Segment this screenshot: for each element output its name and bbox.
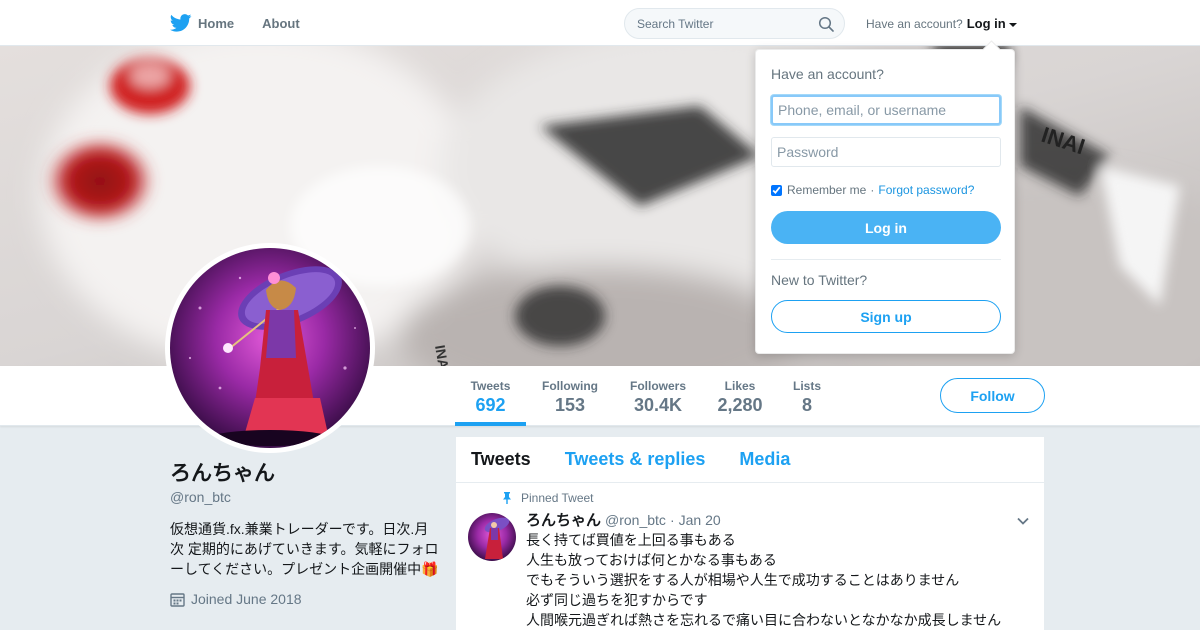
- tweet-date[interactable]: Jan 20: [679, 512, 721, 528]
- tweet-text-line: 人生も放っておけば何とかなる事もある: [526, 552, 777, 568]
- tweet-text-line: でもそういう選択をする人が相場や人生で成功することはありません: [526, 572, 960, 588]
- signup-button[interactable]: Sign up: [771, 300, 1001, 333]
- tab-media[interactable]: Media: [739, 449, 790, 470]
- account-prompt: Have an account? Log in: [866, 16, 1017, 31]
- profile-bio: 仮想通貨.fx.兼業トレーダーです。日次.月次 定期的にあげていきます。気軽にフ…: [170, 521, 439, 577]
- stat-followers[interactable]: Followers 30.4K: [624, 366, 692, 426]
- tweet-text-line: 長く持てば買値を上回る事もある: [526, 532, 736, 548]
- search-icon[interactable]: [818, 16, 834, 32]
- profile-handle[interactable]: @ron_btc: [170, 489, 440, 505]
- password-field[interactable]: [771, 137, 1001, 167]
- tweet-author-handle[interactable]: @ron_btc: [605, 512, 666, 528]
- tab-tweets-and-replies[interactable]: Tweets & replies: [565, 449, 706, 470]
- stat-lists-value: 8: [801, 395, 812, 415]
- calendar-icon: [170, 592, 185, 607]
- stat-following-label: Following: [542, 379, 598, 393]
- caret-down-icon[interactable]: [1008, 22, 1017, 27]
- dropdown-divider: [771, 259, 1001, 260]
- login-dropdown-title: Have an account?: [771, 66, 884, 82]
- stat-following-value: 153: [554, 395, 586, 415]
- tweet-avatar[interactable]: [468, 513, 516, 561]
- profile-joined: Joined June 2018: [170, 591, 440, 607]
- pinned-tweet[interactable]: Pinned Tweet ろんちゃん @ron_btc · Jan 20 長く持…: [456, 483, 1044, 630]
- stat-followers-value: 30.4K: [633, 395, 683, 415]
- stat-followers-label: Followers: [629, 379, 686, 393]
- tab-tweets[interactable]: Tweets: [471, 449, 531, 470]
- remember-me-checkbox[interactable]: [771, 184, 782, 196]
- stat-tweets-label: Tweets: [470, 379, 511, 393]
- search-box: [624, 8, 845, 39]
- stat-tweets-value: 692: [475, 395, 506, 415]
- stat-likes[interactable]: Likes 2,280: [710, 366, 770, 426]
- twitter-bird-icon: [170, 14, 192, 32]
- tweet-header: ろんちゃん @ron_btc · Jan 20: [526, 509, 1029, 530]
- timeline: Tweets Tweets & replies Media Pinned Twe…: [456, 437, 1044, 630]
- stat-lists-label: Lists: [792, 379, 821, 393]
- remember-separator: ·: [870, 183, 875, 197]
- login-dropdown: Have an account? Remember me · Forgot pa…: [755, 49, 1015, 354]
- login-button[interactable]: Log in: [771, 211, 1001, 244]
- stat-lists[interactable]: Lists 8: [787, 366, 827, 426]
- pinned-tweet-label: Pinned Tweet: [521, 491, 594, 505]
- remember-row: Remember me · Forgot password?: [771, 183, 999, 197]
- search-input[interactable]: [625, 9, 805, 38]
- avatar-image: [170, 248, 370, 448]
- home-link[interactable]: Home: [170, 14, 234, 32]
- stat-tweets[interactable]: Tweets 692: [455, 366, 526, 426]
- tweet-text-line: 必ず同じ過ちを犯すからです: [526, 592, 708, 608]
- chevron-down-icon[interactable]: [1016, 514, 1030, 528]
- new-to-twitter-prompt: New to Twitter?: [771, 272, 868, 288]
- home-label: Home: [198, 15, 235, 31]
- stat-likes-value: 2,280: [717, 395, 763, 415]
- profile-card: ろんちゃん @ron_btc 仮想通貨.fx.兼業トレーダーです。日次.月次 定…: [170, 460, 440, 607]
- tweet-author-name[interactable]: ろんちゃん: [526, 509, 601, 530]
- pin-icon: [503, 492, 511, 504]
- username-field[interactable]: [771, 95, 1001, 125]
- stat-likes-label: Likes: [724, 379, 756, 393]
- about-link[interactable]: About: [262, 16, 300, 31]
- follow-button[interactable]: Follow: [940, 378, 1045, 413]
- timeline-tabs: Tweets Tweets & replies Media: [456, 437, 1044, 483]
- about-label: About: [262, 15, 300, 31]
- top-navigation-bar: Home About Have an account? Log in: [0, 0, 1200, 46]
- profile-name[interactable]: ろんちゃん: [170, 460, 440, 488]
- tweet-text-line: 人間喉元過ぎれば熱さを忘れるで痛い目に合わないとなかなか成長しません: [526, 612, 1002, 628]
- remember-me-label[interactable]: Remember me: [787, 183, 866, 197]
- nav-left: Home About: [170, 0, 328, 46]
- login-dropdown-toggle[interactable]: Log in: [967, 16, 1006, 31]
- tweet-separator: ·: [669, 511, 675, 528]
- forgot-password-link[interactable]: Forgot password?: [878, 183, 974, 197]
- joined-date: Joined June 2018: [191, 591, 302, 607]
- pinned-tweet-context: Pinned Tweet: [502, 491, 1005, 505]
- stat-following[interactable]: Following 153: [535, 366, 605, 426]
- profile-avatar[interactable]: [165, 243, 375, 453]
- account-prompt-text: Have an account?: [866, 16, 963, 31]
